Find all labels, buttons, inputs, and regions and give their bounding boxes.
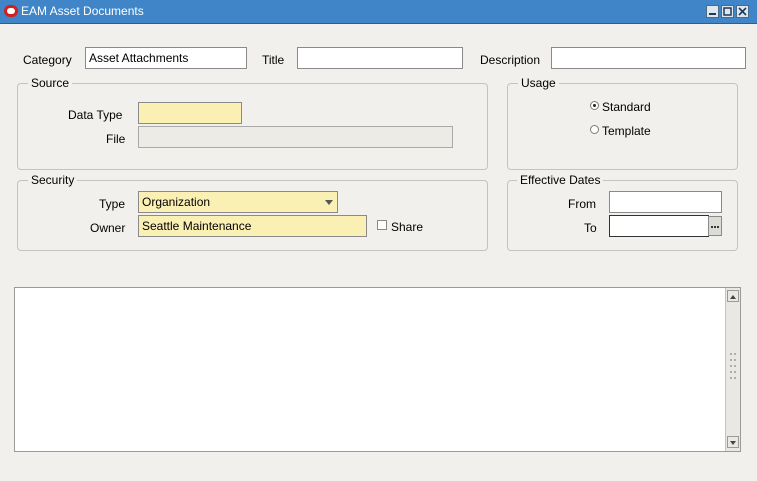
category-label: Category (23, 53, 72, 67)
description-field[interactable] (551, 47, 746, 69)
file-field[interactable] (138, 126, 453, 148)
standard-radio-label[interactable]: Standard (602, 100, 651, 114)
window-title: EAM Asset Documents (21, 4, 144, 18)
from-date-field[interactable] (609, 191, 722, 213)
vertical-scrollbar[interactable] (725, 288, 740, 451)
document-text-area[interactable] (14, 287, 741, 452)
from-label: From (568, 197, 596, 211)
scroll-grip-icon[interactable] (729, 350, 737, 384)
close-icon[interactable] (736, 5, 749, 18)
title-field[interactable] (297, 47, 463, 69)
scroll-down-icon[interactable] (727, 436, 739, 448)
template-radio[interactable] (590, 125, 599, 134)
description-label: Description (480, 53, 541, 67)
title-label: Title (262, 53, 285, 67)
type-label: Type (99, 197, 126, 211)
data-type-label: Data Type (68, 108, 123, 122)
date-lov-button[interactable] (708, 216, 722, 236)
category-field[interactable]: Asset Attachments (85, 47, 247, 69)
share-label[interactable]: Share (391, 220, 423, 234)
template-radio-label[interactable]: Template (602, 124, 651, 138)
type-dropdown-value: Organization (142, 195, 211, 209)
data-type-field[interactable] (138, 102, 242, 124)
scroll-up-icon[interactable] (727, 290, 739, 302)
owner-label: Owner (90, 221, 126, 235)
maximize-icon[interactable] (721, 5, 734, 18)
file-label: File (106, 132, 126, 146)
minimize-icon[interactable] (706, 5, 719, 18)
oracle-logo-icon (4, 5, 18, 17)
share-checkbox[interactable] (377, 220, 387, 230)
to-label: To (584, 221, 597, 235)
owner-field[interactable]: Seattle Maintenance (138, 215, 367, 237)
type-dropdown[interactable]: Organization (138, 191, 338, 213)
usage-legend: Usage (518, 76, 559, 90)
chevron-down-icon (325, 200, 333, 205)
ellipsis-icon (711, 226, 719, 228)
security-legend: Security (28, 173, 78, 187)
effective-dates-legend: Effective Dates (517, 173, 604, 187)
to-date-field[interactable] (609, 215, 709, 237)
standard-radio[interactable] (590, 101, 599, 110)
title-bar[interactable]: EAM Asset Documents (0, 0, 757, 24)
source-legend: Source (28, 76, 73, 90)
